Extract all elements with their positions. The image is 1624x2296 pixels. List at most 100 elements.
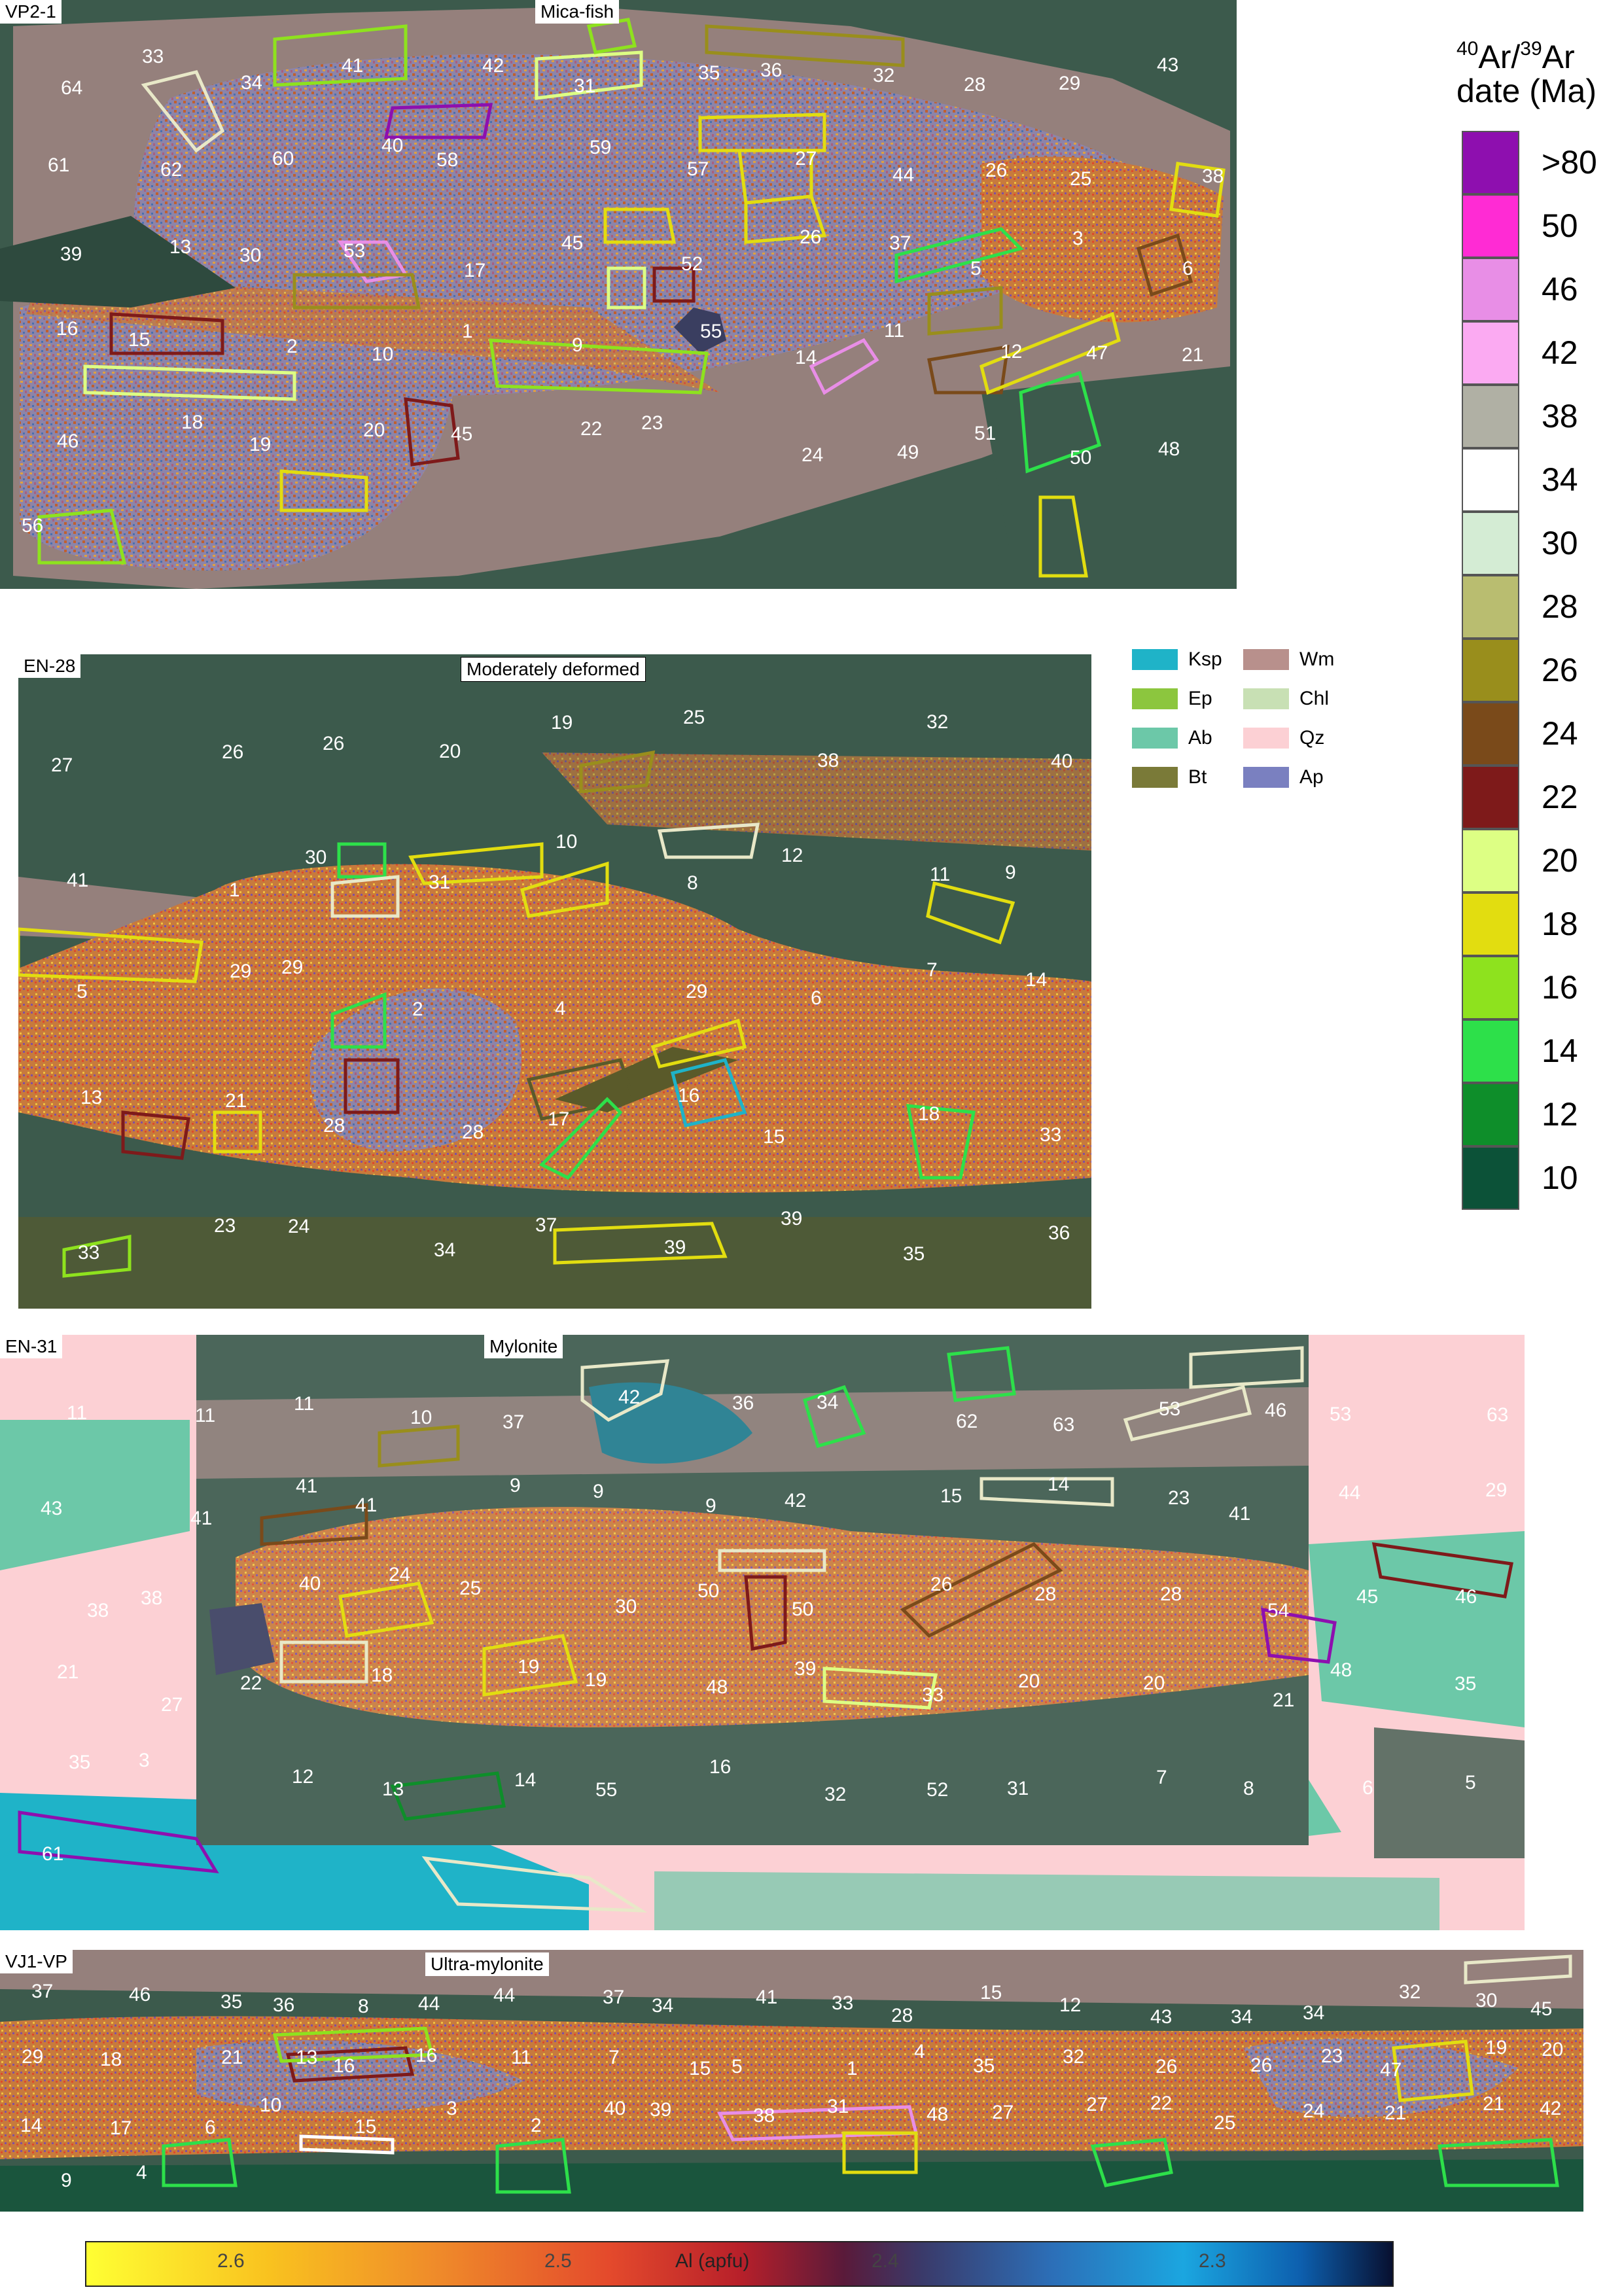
domain-number: 28 [891, 2005, 913, 2026]
domain-number: 7 [1156, 1767, 1167, 1788]
domain-number: 63 [1487, 1404, 1508, 1426]
date-swatch [1462, 1019, 1519, 1083]
domain-number: 21 [1385, 2102, 1406, 2124]
domain-number: 62 [956, 1411, 978, 1432]
domain-number: 21 [1483, 2093, 1504, 2115]
domain-number: 24 [802, 444, 823, 466]
domain-number: 42 [785, 1490, 806, 1511]
al-tick: 2.5 [544, 2250, 572, 2272]
date-swatch [1462, 448, 1519, 512]
domain-number: 44 [418, 1993, 440, 2015]
domain-number: 29 [230, 961, 251, 982]
domain-number: 57 [687, 158, 709, 180]
domain-number: 14 [1048, 1474, 1069, 1495]
domain-number: 30 [239, 245, 261, 266]
domain-number: 40 [1051, 751, 1072, 772]
domain-number: 31 [827, 2096, 849, 2117]
domain-number: 7 [609, 2047, 620, 2068]
domain-number: 41 [342, 55, 363, 77]
domain-number: 9 [593, 1481, 604, 1502]
domain-number: 33 [1040, 1124, 1061, 1146]
domain-number: 18 [100, 2049, 122, 2070]
map-panel-vp2-1: VP2-1 Mica-fish 64 33 34 41 42 31 35 36 32 28 29 43… [0, 0, 1237, 589]
date-swatch [1462, 512, 1519, 575]
domain-number: 29 [686, 981, 707, 1002]
date-label: 22 [1542, 779, 1578, 815]
date-swatch [1462, 1146, 1519, 1210]
date-label: 18 [1542, 906, 1578, 942]
mineral-swatch [1243, 728, 1289, 749]
domain-number: 22 [580, 418, 602, 440]
domain-number: 34 [434, 1239, 455, 1261]
domain-number: 31 [429, 872, 450, 893]
domain-number: 5 [970, 258, 981, 279]
domain-number: 37 [503, 1411, 524, 1433]
domain-number: 32 [1063, 2046, 1084, 2068]
domain-number: 19 [551, 712, 573, 733]
domain-number: 41 [1229, 1503, 1250, 1525]
domain-number: 4 [555, 998, 566, 1019]
domain-number: 32 [824, 1784, 846, 1805]
domain-number: 21 [225, 1090, 247, 1112]
domain-number: 40 [299, 1573, 321, 1595]
date-label: 30 [1542, 525, 1578, 561]
mineral-label: Ab [1188, 727, 1212, 749]
number-layer: 2726 26 2019 2538324041 130311081211 9529 292 4… [51, 707, 1072, 1265]
mineral-label: Qz [1299, 727, 1325, 749]
domain-number: 9 [705, 1495, 716, 1517]
domain-number: 15 [980, 1982, 1002, 2004]
domain-number: 3 [139, 1750, 150, 1771]
domain-number: 36 [273, 1994, 294, 2016]
domain-number: 16 [333, 2055, 355, 2077]
domain-number: 11 [511, 2047, 531, 2068]
domain-number: 12 [1059, 1994, 1081, 2016]
domain-number: 20 [1542, 2039, 1563, 2060]
domain-number: 44 [493, 1985, 515, 2006]
mineral-swatch [1132, 728, 1178, 749]
title-part: Ar [1542, 39, 1575, 75]
domain-number: 14 [20, 2115, 42, 2136]
map-panel-en-31: EN-31 Mylonite 11 11 11 10 37 42 36 34 62 63 53 46 5… [0, 1335, 1525, 1930]
domain-number: 21 [57, 1661, 79, 1683]
domain-number: 37 [31, 1981, 53, 2002]
mineral-swatch [1243, 767, 1289, 788]
domain-number: 40 [381, 135, 403, 156]
date-swatch [1462, 956, 1519, 1019]
domain-number: 33 [78, 1242, 99, 1263]
isotope-mass-39: 39 [1520, 38, 1542, 60]
domain-number: 42 [1540, 2098, 1561, 2119]
domain-number: 37 [889, 232, 911, 254]
domain-number: 54 [1267, 1600, 1289, 1621]
domain-number: 34 [817, 1392, 838, 1413]
domain-number: 9 [572, 334, 583, 356]
domain-number: 50 [1070, 447, 1091, 468]
domain-number: 35 [698, 62, 720, 84]
domain-number: 23 [214, 1215, 236, 1237]
domain-number: 48 [706, 1676, 728, 1698]
domain-number: 6 [1362, 1777, 1373, 1799]
date-label: 14 [1542, 1033, 1578, 1069]
al-colorbar-label: Al (apfu) [675, 2250, 750, 2272]
domain-number: 10 [410, 1407, 432, 1428]
al-tick: 2.4 [872, 2250, 899, 2272]
domain-number: 51 [974, 423, 996, 444]
domain-number: 24 [1303, 2100, 1324, 2122]
domain-number: 29 [22, 2046, 43, 2068]
domain-number: 7 [927, 959, 938, 981]
domain-number: 35 [1455, 1673, 1476, 1695]
domain-number: 21 [1273, 1689, 1294, 1711]
mineral-swatch [1243, 649, 1289, 670]
domain-number: 36 [732, 1392, 754, 1414]
date-legend-subtitle: date (Ma) [1456, 73, 1597, 109]
mineral-swatch [1132, 688, 1178, 709]
domain-number: 58 [436, 149, 458, 171]
domain-number: 27 [795, 148, 817, 169]
domain-number: 38 [141, 1587, 162, 1609]
domain-number: 28 [323, 1115, 345, 1137]
domain-number: 6 [811, 987, 822, 1009]
map-panel-vj1-vp: VJ1-VP Ultra-mylonite 37 46 35 36 8 44 44 37 34 4… [0, 1950, 1583, 2212]
al-tick: 2.6 [217, 2250, 245, 2272]
domain-number: 5 [77, 981, 88, 1002]
date-label: 12 [1542, 1096, 1578, 1133]
domain-number: 48 [1330, 1659, 1352, 1681]
